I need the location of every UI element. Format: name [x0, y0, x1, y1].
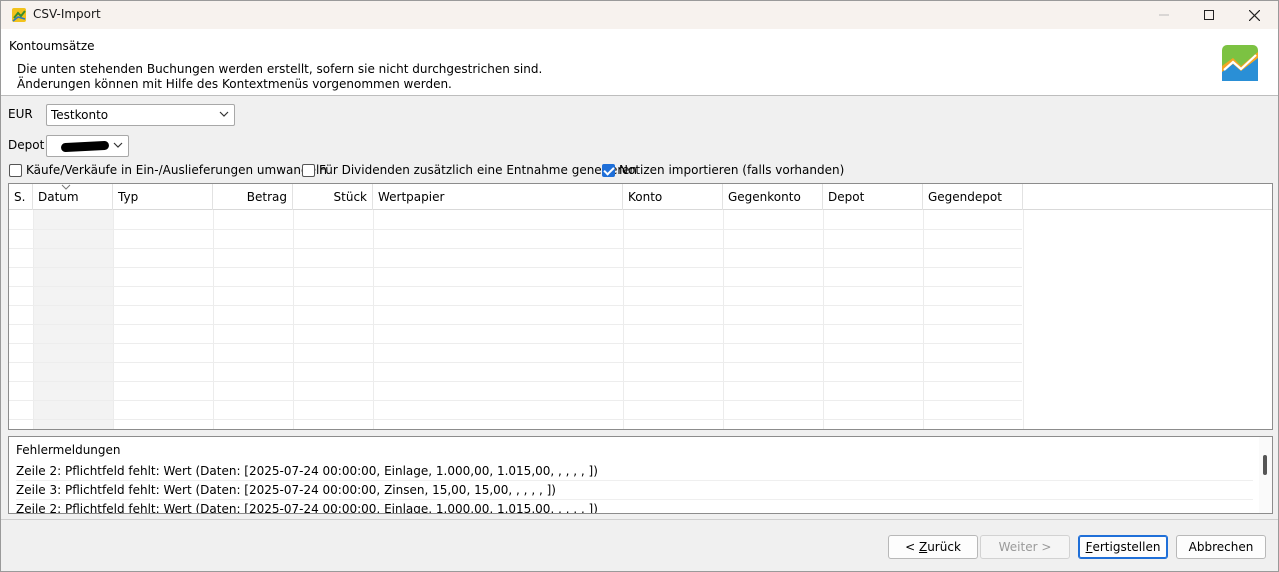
grid-column-line	[213, 210, 214, 429]
grid-column-line	[623, 210, 624, 429]
column-header-offset-account[interactable]: Gegenkonto	[723, 184, 823, 210]
column-header-status[interactable]: S.	[9, 184, 33, 210]
redaction-mark	[60, 140, 110, 153]
grid-column-line	[723, 210, 724, 429]
title-bar[interactable]: CSV-Import	[1, 1, 1278, 29]
grid-column-line	[1023, 210, 1024, 429]
finish-button-label: ertigstellen	[1092, 540, 1161, 554]
close-button[interactable]	[1231, 1, 1277, 29]
portfolio-logo-icon	[1222, 45, 1258, 81]
chevron-down-icon	[219, 111, 229, 117]
back-button-label: urück	[927, 540, 961, 554]
scrollbar-thumb[interactable]	[1263, 455, 1267, 475]
error-messages-title: Fehlermeldungen	[16, 443, 121, 457]
sort-descending-icon	[61, 184, 71, 190]
import-notes-label: Notizen importieren (falls vorhanden)	[619, 163, 845, 177]
grid-row-line	[9, 305, 1022, 306]
column-header-depot[interactable]: Depot	[823, 184, 923, 210]
back-button[interactable]: < Zurück	[888, 535, 978, 559]
grid-row-line	[9, 286, 1022, 287]
column-header-offset-depot[interactable]: Gegendepot	[923, 184, 1023, 210]
window-title: CSV-Import	[33, 7, 101, 21]
finish-button-mnemonic: F	[1085, 540, 1093, 554]
sorted-column-shade	[33, 210, 113, 429]
column-header-security[interactable]: Wertpapier	[373, 184, 623, 210]
column-header-type[interactable]: Typ	[113, 184, 213, 210]
cancel-button[interactable]: Abbrechen	[1176, 535, 1266, 559]
error-line: Zeile 2: Pflichtfeld fehlt: Wert (Daten:…	[16, 462, 1253, 481]
grid-column-line	[293, 210, 294, 429]
next-button-label: Weiter >	[998, 540, 1052, 554]
grid-row-line	[9, 248, 1022, 249]
maximize-button[interactable]	[1186, 1, 1232, 29]
option-import-notes[interactable]: Notizen importieren (falls vorhanden)	[602, 162, 844, 178]
chevron-down-icon	[113, 142, 123, 148]
app-icon	[12, 8, 26, 22]
column-header-amount[interactable]: Betrag	[213, 184, 293, 210]
option-convert-deliveries[interactable]: Käufe/Verkäufe in Ein-/Auslieferungen um…	[9, 162, 327, 178]
grid-row-line	[9, 343, 1022, 344]
finish-button[interactable]: Fertigstellen	[1078, 535, 1168, 559]
dividend-withdrawal-checkbox[interactable]	[302, 163, 315, 177]
page-description-line2: Änderungen können mit Hilfe des Kontextm…	[17, 77, 452, 91]
grid-row-line	[9, 362, 1022, 363]
grid-column-line	[33, 210, 34, 429]
next-button[interactable]: Weiter >	[980, 535, 1070, 559]
grid-row-line	[9, 229, 1022, 230]
grid-column-line	[923, 210, 924, 429]
grid-row-line	[9, 419, 1022, 420]
currency-label: EUR	[8, 107, 33, 121]
grid-column-line	[823, 210, 824, 429]
csv-import-window: CSV-Import Kontoumsätze Die unten stehen…	[0, 0, 1279, 572]
depot-label: Depot	[8, 138, 45, 152]
account-select-value: Testkonto	[51, 108, 109, 122]
back-button-mnemonic: Z	[918, 540, 928, 554]
close-icon	[1248, 9, 1260, 21]
grid-row-line	[9, 267, 1022, 268]
error-line: Zeile 3: Pflichtfeld fehlt: Wert (Daten:…	[16, 481, 1253, 500]
error-line: Zeile 2: Pflichtfeld fehlt: Wert (Daten:…	[16, 500, 1253, 513]
option-dividend-withdrawal[interactable]: Für Dividenden zusätzlich eine Entnahme …	[302, 162, 637, 178]
grid-column-line	[373, 210, 374, 429]
column-header-date[interactable]: Datum	[33, 184, 113, 210]
depot-select[interactable]	[46, 135, 129, 157]
grid-row-line	[9, 381, 1022, 382]
page-description-line1: Die unten stehenden Buchungen werden ers…	[17, 62, 543, 76]
account-select[interactable]: Testkonto	[46, 104, 235, 126]
error-panel-scrollbar[interactable]	[1259, 437, 1272, 513]
import-notes-checkbox[interactable]	[602, 163, 615, 177]
dividend-withdrawal-label: Für Dividenden zusätzlich eine Entnahme …	[319, 163, 637, 177]
minimize-button[interactable]	[1141, 1, 1187, 29]
column-header-account[interactable]: Konto	[623, 184, 723, 210]
transactions-table[interactable]: S. Datum Typ Betrag Stück Wertpapier Kon…	[8, 183, 1273, 430]
error-messages-panel[interactable]: Fehlermeldungen Zeile 2: Pflichtfeld feh…	[8, 436, 1273, 514]
convert-deliveries-checkbox[interactable]	[9, 163, 22, 177]
convert-deliveries-label: Käufe/Verkäufe in Ein-/Auslieferungen um…	[26, 163, 327, 177]
back-button-prefix: <	[905, 540, 919, 554]
maximize-icon	[1204, 10, 1214, 20]
column-header-shares[interactable]: Stück	[293, 184, 373, 210]
page-title: Kontoumsätze	[9, 39, 95, 53]
grid-column-line	[113, 210, 114, 429]
footer-separator	[1, 519, 1278, 520]
minimize-icon	[1159, 14, 1169, 16]
grid-row-line	[9, 324, 1022, 325]
cancel-button-label: Abbrechen	[1188, 540, 1254, 554]
table-header: S. Datum Typ Betrag Stück Wertpapier Kon…	[9, 184, 1272, 210]
wizard-header: Kontoumsätze Die unten stehenden Buchung…	[1, 29, 1278, 96]
grid-row-line	[9, 400, 1022, 401]
